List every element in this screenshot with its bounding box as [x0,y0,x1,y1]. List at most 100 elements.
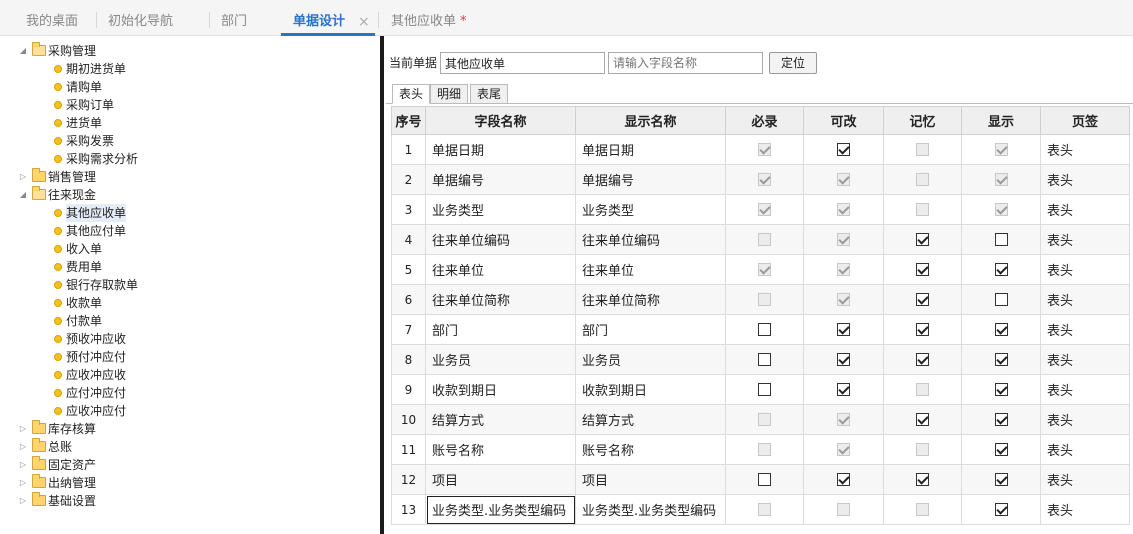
show-cell[interactable] [961,374,1041,405]
required-checkbox[interactable] [758,383,771,396]
show-cell[interactable] [961,344,1041,375]
page-tab-cell[interactable]: 表头 [1040,194,1130,225]
collapse-icon[interactable]: ◢ [18,42,28,60]
page-tab-cell[interactable]: 表头 [1040,224,1130,255]
page-tab-cell[interactable]: 表头 [1040,374,1130,405]
collapse-icon[interactable]: ◢ [18,186,28,204]
col-field-name-header[interactable]: 字段名称 [425,106,576,135]
show-cell[interactable] [961,194,1041,225]
tree-folder[interactable]: ▷ 出纳管理 [0,474,378,492]
memory-cell[interactable] [883,374,962,405]
show-cell[interactable] [961,134,1041,165]
memory-checkbox[interactable] [916,323,929,336]
display-name-cell[interactable]: 单据编号 [575,164,726,195]
table-row[interactable]: 10 结算方式 结算方式 表头 [391,404,1130,435]
show-checkbox[interactable] [994,443,1008,456]
editable-cell[interactable] [803,164,884,195]
memory-cell[interactable] [883,194,962,225]
show-cell[interactable] [961,464,1041,495]
col-editable-header[interactable]: 可改 [803,106,884,135]
required-cell[interactable] [725,404,804,435]
editable-cell[interactable] [803,224,884,255]
display-name-cell[interactable]: 业务类型.业务类型编码 [575,494,726,525]
tab-doc-design[interactable]: 单据设计 [281,0,376,36]
tab-my-desktop[interactable]: 我的桌面 [26,0,78,36]
memory-cell[interactable] [883,344,962,375]
tree-leaf[interactable]: 采购发票 [0,132,378,150]
memory-cell[interactable] [883,224,962,255]
required-checkbox[interactable] [758,353,771,366]
page-tab-cell[interactable]: 表头 [1040,164,1130,195]
tree-leaf[interactable]: 进货单 [0,114,378,132]
required-cell[interactable] [725,494,804,525]
table-row[interactable]: 13 业务类型.业务类型编码 业务类型.业务类型编码 表头 [391,494,1130,525]
memory-cell[interactable] [883,254,962,285]
required-cell[interactable] [725,134,804,165]
editable-cell[interactable] [803,464,884,495]
memory-checkbox[interactable] [916,353,929,366]
show-cell[interactable] [961,434,1041,465]
required-cell[interactable] [725,314,804,345]
memory-cell[interactable] [883,134,962,165]
page-tab-cell[interactable]: 表头 [1040,314,1130,345]
show-cell[interactable] [961,404,1041,435]
editable-cell[interactable] [803,374,884,405]
subtab-detail[interactable]: 明细 [430,84,469,104]
required-cell[interactable] [725,284,804,315]
required-cell[interactable] [725,164,804,195]
memory-cell[interactable] [883,494,962,525]
table-row[interactable]: 4 往来单位编码 往来单位编码 表头 [391,224,1130,255]
editable-cell[interactable] [803,284,884,315]
tree-leaf[interactable]: 请购单 [0,78,378,96]
col-show-header[interactable]: 显示 [961,106,1041,135]
col-page-header[interactable]: 页签 [1040,106,1130,135]
display-name-cell[interactable]: 往来单位 [575,254,726,285]
field-name-cell[interactable]: 单据日期 [425,134,576,165]
memory-cell[interactable] [883,314,962,345]
tree-leaf[interactable]: 收款单 [0,294,378,312]
table-row[interactable]: 9 收款到期日 收款到期日 表头 [391,374,1130,405]
editable-checkbox[interactable] [837,323,850,336]
show-checkbox[interactable] [994,353,1008,366]
col-display-name-header[interactable]: 显示名称 [575,106,726,135]
display-name-cell[interactable]: 项目 [575,464,726,495]
page-tab-cell[interactable]: 表头 [1040,254,1130,285]
expand-icon[interactable]: ▷ [18,438,28,456]
expand-icon[interactable]: ▷ [18,474,28,492]
table-row[interactable]: 11 账号名称 账号名称 表头 [391,434,1130,465]
display-name-cell[interactable]: 往来单位简称 [575,284,726,315]
editable-cell[interactable] [803,254,884,285]
show-checkbox[interactable] [994,503,1008,516]
col-no-header[interactable]: 序号 [391,106,426,135]
show-checkbox[interactable] [994,383,1008,396]
editable-cell[interactable] [803,434,884,465]
tree-folder[interactable]: ▷ 总账 [0,438,378,456]
expand-icon[interactable]: ▷ [18,420,28,438]
field-name-cell[interactable]: 业务类型 [425,194,576,225]
page-tab-cell[interactable]: 表头 [1040,434,1130,465]
display-name-cell[interactable]: 单据日期 [575,134,726,165]
page-tab-cell[interactable]: 表头 [1040,134,1130,165]
display-name-cell[interactable]: 业务类型 [575,194,726,225]
page-tab-cell[interactable]: 表头 [1040,464,1130,495]
field-search-input[interactable] [608,52,763,74]
required-cell[interactable] [725,434,804,465]
tree-leaf[interactable]: 其他应付单 [0,222,378,240]
display-name-cell[interactable]: 账号名称 [575,434,726,465]
tree-leaf[interactable]: 收入单 [0,240,378,258]
show-checkbox[interactable] [994,233,1008,246]
tree-folder[interactable]: ◢ 往来现金 [0,186,378,204]
editable-checkbox[interactable] [837,353,850,366]
col-required-header[interactable]: 必录 [725,106,804,135]
page-tab-cell[interactable]: 表头 [1040,404,1130,435]
tree-folder[interactable]: ◢ 采购管理 [0,42,378,60]
field-name-cell[interactable]: 业务员 [425,344,576,375]
field-name-cell[interactable]: 项目 [425,464,576,495]
panel-splitter[interactable] [380,36,384,534]
table-row[interactable]: 7 部门 部门 表头 [391,314,1130,345]
editable-cell[interactable] [803,344,884,375]
required-cell[interactable] [725,374,804,405]
table-row[interactable]: 1 单据日期 单据日期 表头 [391,134,1130,165]
tree-folder[interactable]: ▷ 销售管理 [0,168,378,186]
subtab-header[interactable]: 表头 [392,84,431,104]
